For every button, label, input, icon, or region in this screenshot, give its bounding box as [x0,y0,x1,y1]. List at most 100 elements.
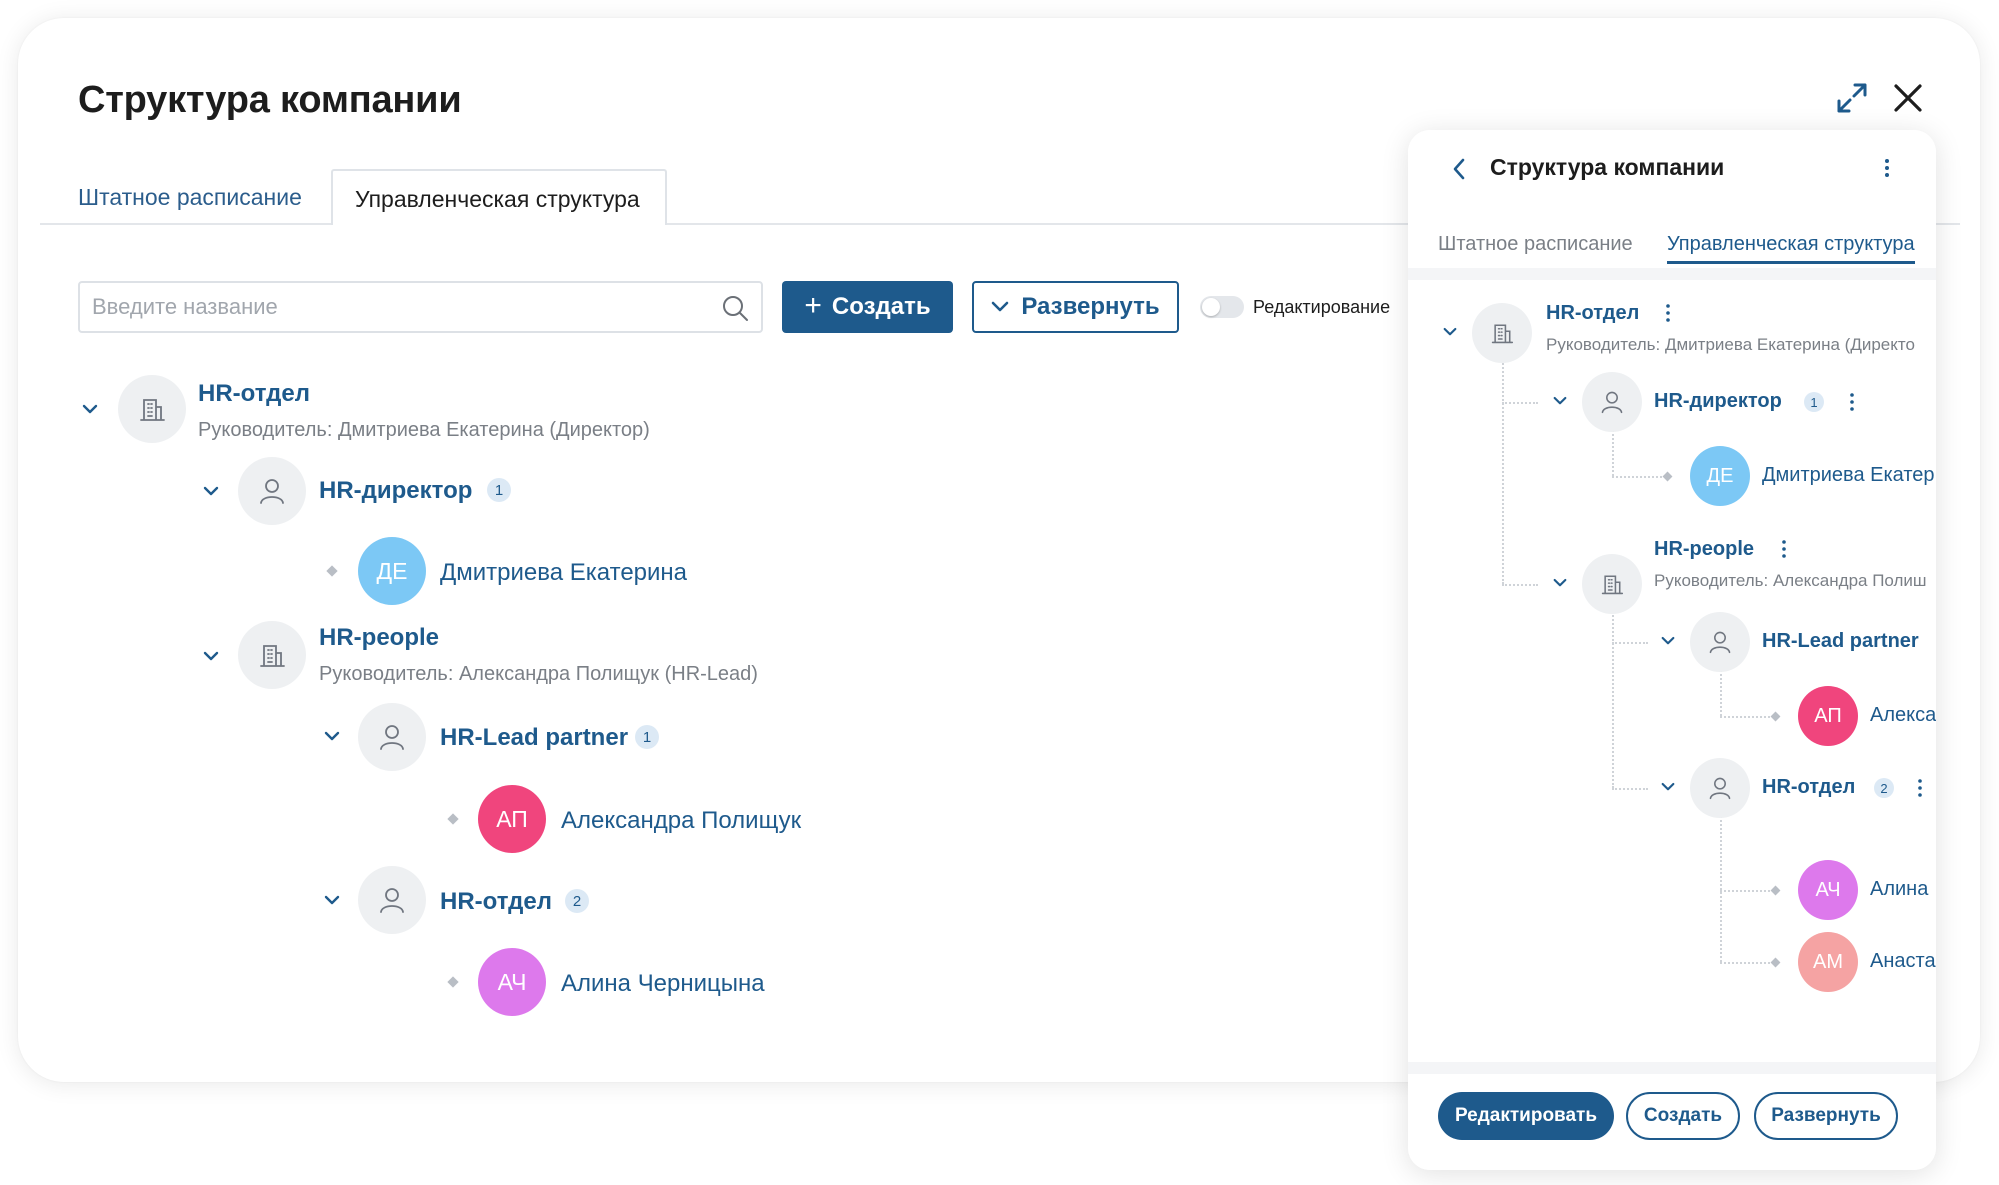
chevron-down-icon[interactable] [202,651,220,663]
panel-tree: HR-отдел Руководитель: Дмитриева Екатери… [1408,280,1936,1030]
back-arrow-icon[interactable] [1448,156,1472,182]
person-name[interactable]: Дмитриева Екатерина [440,559,687,587]
tree-connector [1612,608,1614,788]
node-manager: Руководитель: Дмитриева Екатерина (Дирек… [1546,335,1915,354]
tree-connector [1502,584,1538,586]
node-manager: Руководитель: Дмитриева Екатерина (Дирек… [198,419,650,441]
avatar: ДЕ [1690,446,1750,506]
plus-icon: + [804,288,822,322]
node-name[interactable]: HR-отдел [1762,776,1855,799]
tree-connector [1720,890,1770,892]
tree-connector [1720,812,1722,962]
node-name[interactable]: HR-директор [319,477,472,505]
search-box [78,281,763,333]
count-badge: 1 [635,725,659,749]
expand-all-button[interactable]: Развернуть [1754,1092,1898,1140]
chevron-down-icon[interactable] [323,731,341,743]
building-icon [1582,554,1642,614]
person-icon [238,457,306,525]
person-name[interactable]: Алекса [1870,704,1936,727]
count-badge: 1 [1804,392,1824,412]
search-input[interactable] [92,283,692,331]
bullet-icon [1770,885,1781,896]
kebab-menu-icon[interactable] [1780,538,1788,560]
person-name[interactable]: Александра Полищук [561,807,801,835]
node-name[interactable]: HR-Lead partner [440,724,628,752]
tree-connector [1612,426,1614,476]
page-title: Структура компании [78,79,462,121]
kebab-menu-icon[interactable] [1878,157,1896,179]
avatar: АЧ [1798,860,1858,920]
create-button-label: Создать [831,293,931,320]
node-name[interactable]: HR-Lead partner [1762,630,1919,653]
tree-connector [1612,788,1648,790]
tab-management-structure[interactable]: Управленческая структура [331,169,667,225]
person-icon [1582,372,1642,432]
create-button[interactable]: Создать [1626,1092,1740,1140]
count-badge: 2 [1874,778,1894,798]
tab-staff-schedule[interactable]: Штатное расписание [78,186,302,209]
tree-connector [1720,716,1770,718]
chevron-down-icon[interactable] [202,486,220,498]
tree-connector [1612,642,1648,644]
kebab-menu-icon[interactable] [1848,391,1856,413]
node-name[interactable]: HR-отдел [1546,302,1639,325]
node-name[interactable]: HR-директор [1654,390,1782,413]
tree-connector [1502,340,1504,584]
tree-connector [1720,962,1770,964]
count-badge: 2 [565,889,589,913]
person-name[interactable]: Алина Черницына [561,970,765,998]
person-icon [358,866,426,934]
bullet-icon [1770,711,1781,722]
close-icon[interactable] [1888,78,1928,118]
node-name[interactable]: HR-отдел [440,888,552,916]
node-name[interactable]: HR-people [319,624,439,652]
person-name[interactable]: Анаста [1870,950,1936,973]
tree-connector [1612,476,1662,478]
chevron-down-icon[interactable] [1442,327,1458,338]
chevron-down-icon[interactable] [323,895,341,907]
building-icon [1472,303,1532,363]
building-icon [118,375,186,443]
expand-icon[interactable] [1832,78,1872,118]
person-icon [1690,612,1750,672]
search-icon[interactable] [721,294,749,322]
expand-all-button[interactable]: Развернуть [972,281,1179,333]
chevron-down-icon[interactable] [1552,578,1568,589]
kebab-menu-icon[interactable] [1664,302,1672,324]
person-name[interactable]: Алина [1870,878,1928,901]
node-name[interactable]: HR-отдел [198,380,310,408]
edit-mode-label: Редактирование [1253,297,1391,317]
panel-title: Структура компании [1490,154,1725,180]
avatar: ДЕ [358,537,426,605]
panel-tab-management-structure[interactable]: Управленческая структура [1667,233,1915,264]
person-icon [358,703,426,771]
edit-mode-toggle[interactable] [1200,296,1244,318]
toggle-knob [1202,298,1220,316]
mobile-preview-panel: Структура компании Штатное расписание Уп… [1408,130,1936,1170]
count-badge: 1 [487,478,511,502]
kebab-menu-icon[interactable] [1916,777,1924,799]
chevron-down-icon[interactable] [81,404,99,416]
avatar: АП [1798,686,1858,746]
chevron-down-icon[interactable] [1552,396,1568,407]
edit-button[interactable]: Редактировать [1438,1092,1614,1140]
bullet-icon [1770,957,1781,968]
node-name[interactable]: HR-people [1654,538,1754,561]
expand-all-label: Развернуть [1021,293,1160,320]
building-icon [238,621,306,689]
node-manager: Руководитель: Александра Полищук (HR-Lea… [319,663,758,685]
chevron-down-icon[interactable] [1660,782,1676,793]
person-icon [1690,758,1750,818]
chevron-down-icon[interactable] [1660,636,1676,647]
tree-connector [1720,666,1722,716]
avatar: АП [478,785,546,853]
panel-header: Структура компании Штатное расписание Уп… [1408,130,1936,268]
person-name[interactable]: Дмитриева Екатер [1762,464,1935,487]
panel-footer: Редактировать Создать Развернуть [1408,1062,1936,1170]
node-manager: Руководитель: Александра Полиш [1654,571,1927,590]
avatar: АМ [1798,932,1858,992]
panel-tab-staff-schedule[interactable]: Штатное расписание [1438,233,1633,256]
create-button[interactable]: + Создать [782,281,953,333]
bullet-icon [1662,471,1673,482]
